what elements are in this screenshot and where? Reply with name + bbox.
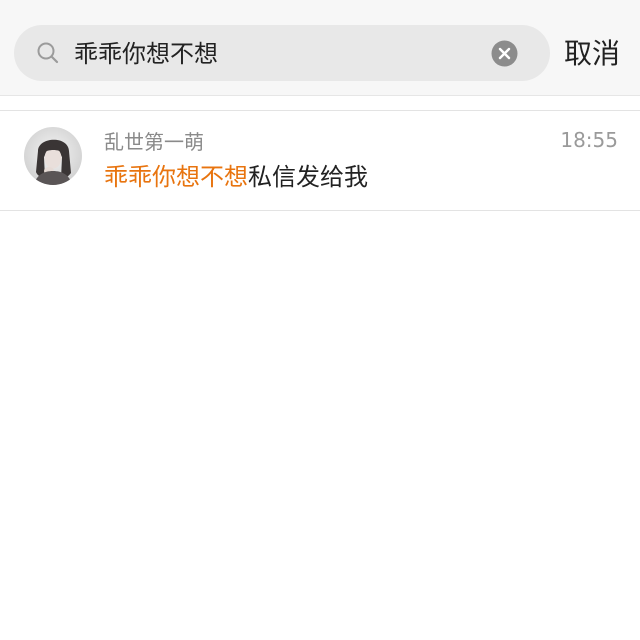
search-screen: 乖乖你想不想 取消 乱世第一萌 18:55 乖乖你想不想私信发给我 bbox=[0, 0, 640, 640]
cancel-button[interactable]: 取消 bbox=[564, 34, 626, 74]
search-icon bbox=[36, 41, 60, 65]
header-divider bbox=[0, 95, 640, 96]
list-divider bbox=[0, 210, 640, 211]
sender-name: 乱世第一萌 bbox=[104, 130, 204, 154]
message-highlight: 乖乖你想不想 bbox=[104, 163, 248, 191]
message-preview: 乖乖你想不想私信发给我 bbox=[104, 159, 368, 195]
avatar[interactable] bbox=[24, 127, 82, 185]
message-text: 私信发给我 bbox=[248, 163, 368, 191]
search-input[interactable]: 乖乖你想不想 bbox=[74, 36, 218, 72]
message-time: 18:55 bbox=[560, 128, 618, 152]
clear-icon[interactable] bbox=[491, 40, 518, 67]
list-item[interactable]: 乱世第一萌 18:55 乖乖你想不想私信发给我 bbox=[0, 111, 640, 210]
